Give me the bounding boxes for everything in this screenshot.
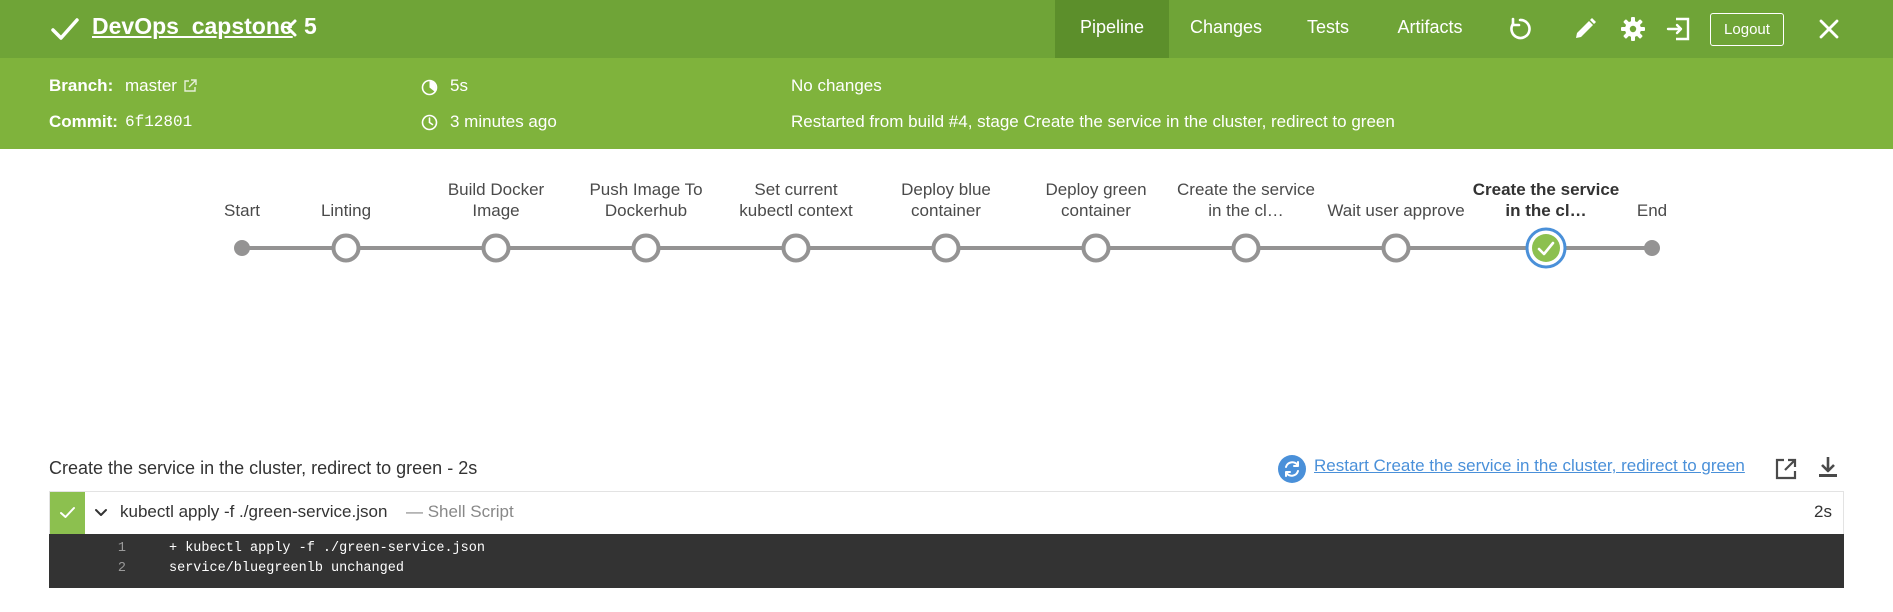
stage-node-7[interactable] [1231,233,1261,263]
stage-node-6[interactable] [1081,233,1111,263]
console-log: 1 + kubectl apply -f ./green-service.jso… [49,534,1844,588]
back-chevron-icon[interactable] [284,17,298,39]
edit-icon[interactable] [1572,16,1598,42]
step-type: — Shell Script [406,502,514,521]
pipeline-graph: Start Linting Build Docker Image Push Image … [0,149,1893,299]
step-duration: 2s [1814,502,1832,521]
stage-label-line: in the cl… [1208,201,1284,220]
stage-label-6[interactable]: Deploy green container [1021,179,1171,221]
job-title-link[interactable]: DevOps_capstone [92,13,293,40]
step-row[interactable]: kubectl apply -f ./green-service.json — … [49,491,1844,534]
stage-label-10[interactable]: End [1577,200,1727,221]
tab-pipeline[interactable]: Pipeline [1055,0,1169,58]
stage-label-line: Wait user approve [1327,201,1465,220]
gear-icon[interactable] [1620,16,1646,42]
stage-label-line: Dockerhub [604,201,688,220]
step-command: kubectl apply -f ./green-service.json [120,502,388,521]
stage-node-1[interactable] [331,233,361,263]
stage-label-5[interactable]: Deploy blue container [871,179,1021,221]
top-bar: DevOps_capstone 5 Pipeline Changes Tests… [0,0,1893,58]
check-icon [51,18,79,40]
duration-icon [421,79,438,96]
stage-label-8[interactable]: Wait user approve [1321,200,1471,221]
restart-stage-link[interactable]: Restart Create the service in the cluste… [1314,456,1745,476]
log-line: 2 service/bluegreenlb unchanged [49,561,1844,581]
run-info-bar: Branch: master Commit: 6f12801 5s 3 minu… [0,58,1893,149]
started-value: 3 minutes ago [450,112,557,131]
check-icon [60,507,75,518]
stage-label-2[interactable]: Build Docker Image [421,179,571,221]
changes-value: No changes [791,76,882,95]
download-icon[interactable] [1816,455,1840,479]
stage-label-line: Linting [320,201,372,220]
log-line-text: service/bluegreenlb unchanged [169,561,404,576]
log-line-text: + kubectl apply -f ./green-service.json [169,541,485,556]
stage-label-7[interactable]: Create the service in the cl… [1171,179,1321,221]
commit-label: Commit: [49,112,118,131]
stage-label-line: Create the service [1472,180,1620,199]
stage-label-3[interactable]: Push Image To Dockerhub [571,179,721,221]
stage-label-line: Image [472,201,520,220]
replay-icon[interactable] [1507,16,1533,42]
commit-value: 6f12801 [125,113,193,131]
open-in-new-window-icon[interactable] [1774,457,1798,481]
step-success-status [50,492,85,534]
stage-label-line: Set current [754,180,838,199]
stage-label-4[interactable]: Set current kubectl context [721,179,871,221]
branch-value: master [125,76,177,95]
log-line-number[interactable]: 1 [49,541,126,556]
pipeline-end-node [1644,240,1660,256]
stage-node-5[interactable] [931,233,961,263]
stage-node-9[interactable] [1532,234,1560,262]
stage-node-2[interactable] [481,233,511,263]
stage-node-3[interactable] [631,233,661,263]
pipeline-graph-svg [234,227,1660,269]
stage-label-line: Create the service [1177,180,1315,199]
stage-label-line: Build Docker [447,180,545,199]
stage-label-line: Deploy blue [901,180,991,199]
exit-icon[interactable] [1666,16,1692,42]
pipeline-start-node [234,240,250,256]
log-line-number[interactable]: 2 [49,561,126,576]
stage-label-line: Push Image To [589,180,703,199]
stage-label-line: Deploy green [1045,180,1147,199]
close-icon[interactable] [1817,17,1841,41]
tab-artifacts[interactable]: Artifacts [1394,0,1466,58]
external-link-icon[interactable] [182,78,198,94]
stage-node-4[interactable] [781,233,811,263]
chevron-down-icon[interactable] [94,506,108,520]
log-line: 1 + kubectl apply -f ./green-service.jso… [49,541,1844,561]
stage-label-1[interactable]: Linting [271,200,421,221]
stage-label-line: container [1061,201,1131,220]
stage-label-line: kubectl context [739,201,853,220]
tab-tests[interactable]: Tests [1305,0,1351,58]
cause-value: Restarted from build #4, stage Create th… [791,112,1395,131]
stage-node-8[interactable] [1381,233,1411,263]
stage-detail-title: Create the service in the cluster, redir… [49,458,478,478]
clock-icon [421,114,438,131]
tab-changes[interactable]: Changes [1190,0,1262,58]
logout-button[interactable]: Logout [1710,13,1784,46]
restart-icon[interactable] [1277,454,1307,484]
stage-label-line: End [1636,201,1668,220]
duration-value: 5s [450,76,468,95]
branch-label: Branch: [49,76,114,95]
run-number: 5 [304,13,317,39]
stage-label-line: container [911,201,981,220]
